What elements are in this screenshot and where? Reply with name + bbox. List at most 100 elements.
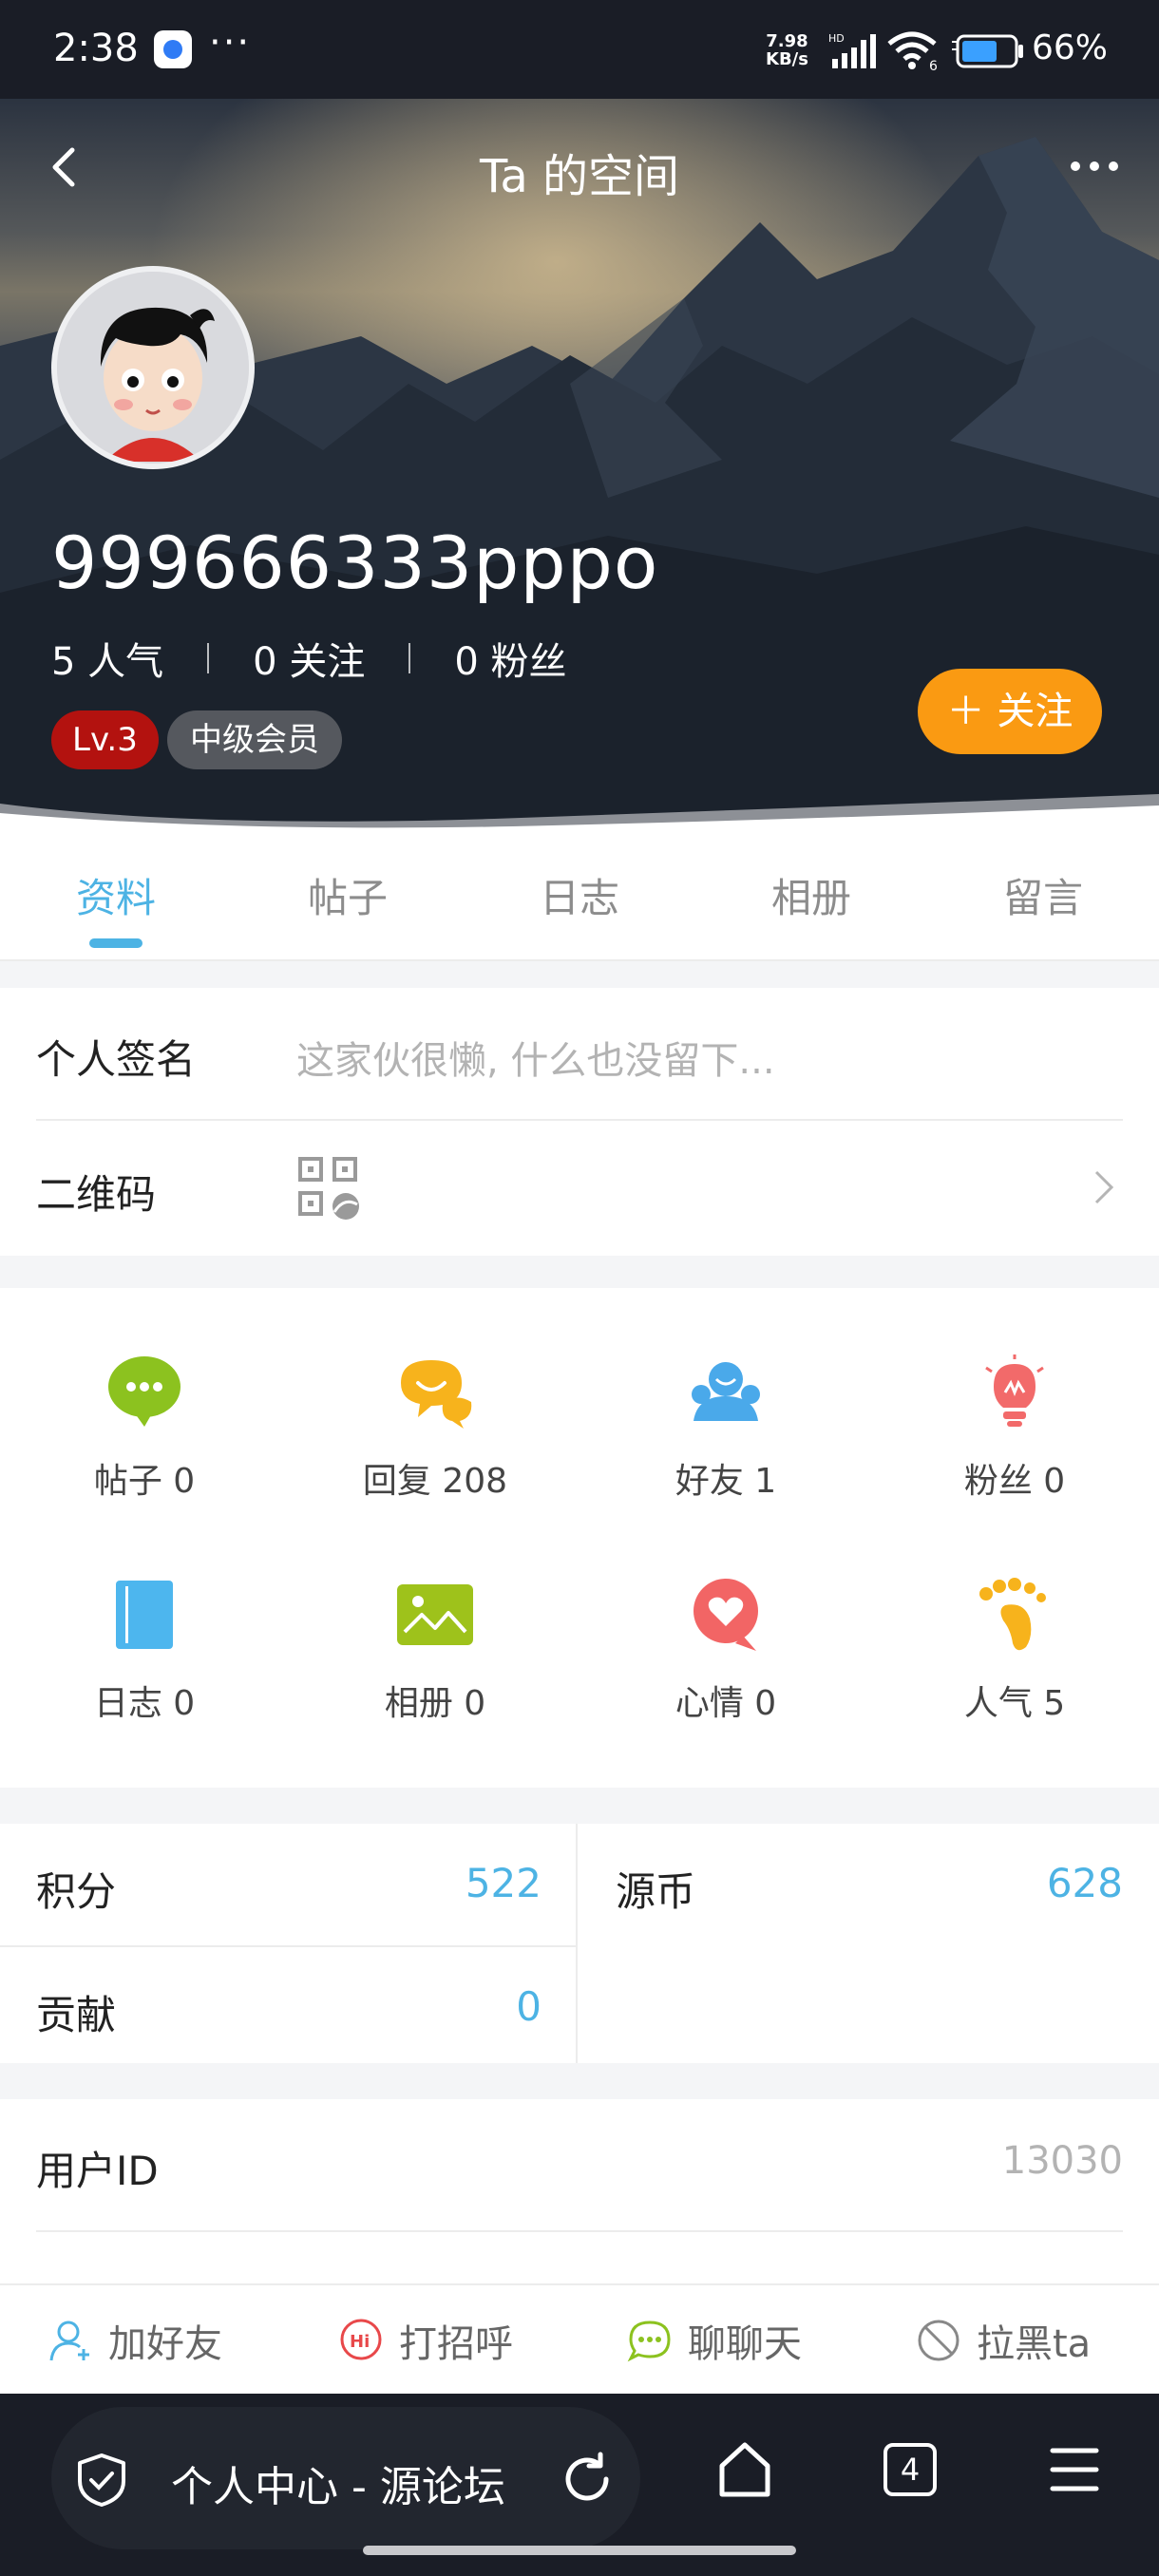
column-divider [576, 1824, 578, 2063]
add-friend-label: 加好友 [108, 2322, 222, 2366]
row-divider [36, 2230, 1123, 2232]
network-speed-unit: KB/s [766, 49, 808, 69]
qrcode-icon[interactable] [296, 1155, 363, 1222]
greet-icon-text: Hi [350, 2332, 370, 2352]
grid-label: 帖子 0 [93, 1462, 196, 1501]
fans-stat[interactable]: 0 粉丝 [454, 631, 566, 686]
grid-friends[interactable]: 好友 1 [631, 1354, 821, 1506]
grid-fans[interactable]: 粉丝 0 [920, 1354, 1110, 1506]
grid-label: 日志 0 [93, 1684, 196, 1723]
row-divider [0, 1945, 576, 1947]
wifi-type: 6 [929, 59, 938, 72]
avatar[interactable] [51, 266, 255, 469]
points-label: 积分 [36, 1868, 117, 1915]
tabs-count-button[interactable]: 4 [884, 2443, 937, 2496]
lightbulb-icon [985, 1354, 1044, 1427]
follow-button[interactable]: ＋ 关注 [918, 669, 1102, 754]
friends-icon [692, 1362, 760, 1421]
member-badge: 中级会员 [167, 710, 342, 769]
battery-percent: 66% [1032, 28, 1109, 67]
hi-icon: Hi [340, 2319, 382, 2360]
grid-albums[interactable]: 相册 0 [340, 1577, 530, 1729]
menu-icon[interactable] [1049, 2445, 1100, 2498]
grid-replies[interactable]: 回复 208 [340, 1354, 530, 1506]
status-bar: 2:38 ··· 7.98 KB/s HD 6 66% [0, 0, 1159, 99]
grid-mood[interactable]: 心情 0 [631, 1577, 821, 1729]
signature-value: 这家伙很懒, 什么也没留下... [296, 1039, 775, 1083]
shield-check-icon [78, 2453, 125, 2507]
notebook-icon [116, 1581, 173, 1649]
profile-action-bar: 加好友 Hi 打招呼 聊聊天 拉黑ta [0, 2283, 1159, 2396]
home-indicator[interactable] [363, 2546, 796, 2555]
network-speed: 7.98 KB/s [766, 32, 808, 68]
user-id-label: 用户ID [36, 2148, 159, 2194]
username: 999666333pppo [51, 521, 659, 605]
grid-popularity[interactable]: 人气 5 [920, 1577, 1110, 1729]
profile-tabs: 资料 帖子 日志 相册 留言 [0, 824, 1159, 961]
chevron-right-icon[interactable] [1092, 1168, 1115, 1210]
footprint-icon [979, 1578, 1046, 1651]
block-label: 拉黑ta [977, 2322, 1092, 2366]
tab-posts[interactable]: 帖子 [253, 866, 443, 924]
wifi-icon: 6 [885, 28, 942, 76]
tab-messages[interactable]: 留言 [948, 866, 1138, 924]
active-tab-indicator [89, 938, 142, 948]
stat-divider [408, 643, 411, 673]
signal-icon: HD [828, 32, 878, 74]
profile-info-card: 个人签名 这家伙很懒, 什么也没留下... 二维码 [0, 988, 1159, 1256]
grid-label: 好友 1 [674, 1462, 777, 1501]
chat-bubble-icon [108, 1356, 180, 1427]
grid-label: 回复 208 [362, 1462, 508, 1501]
url-title: 个人中心 - 源论坛 [171, 2463, 505, 2511]
grid-label: 相册 0 [384, 1684, 486, 1723]
refresh-icon[interactable] [559, 2451, 616, 2508]
more-options-button[interactable] [1066, 152, 1123, 180]
contribution-label: 贡献 [36, 1992, 117, 2038]
activity-grid: 帖子 0 回复 208 好友 1 粉丝 0 日志 0 相册 0 心情 0 人气 … [0, 1288, 1159, 1788]
tab-albums[interactable]: 相册 [716, 866, 906, 924]
grid-posts[interactable]: 帖子 0 [49, 1354, 239, 1506]
more-notifications-indicator: ··· [209, 21, 252, 65]
url-bar[interactable]: 个人中心 - 源论坛 [51, 2407, 640, 2549]
user-id-value: 13030 [1001, 2139, 1123, 2183]
chat-label: 聊聊天 [688, 2322, 802, 2366]
grid-label: 人气 5 [963, 1684, 1066, 1723]
grid-label: 心情 0 [674, 1684, 777, 1723]
network-type: HD [828, 32, 845, 45]
contribution-value: 0 [516, 1983, 542, 2030]
row-divider [36, 1119, 1123, 1121]
profile-header: Ta 的空间 999666333pppo 5 人气 0 关注 0 粉丝 Lv.3… [0, 99, 1159, 840]
network-speed-value: 7.98 [766, 31, 808, 51]
grid-logs[interactable]: 日志 0 [49, 1577, 239, 1729]
points-card: 积分 522 源币 628 贡献 0 [0, 1824, 1159, 2063]
qrcode-label: 二维码 [36, 1171, 157, 1218]
profile-stats: 5 人气 0 关注 0 粉丝 [51, 631, 567, 686]
add-friend-button[interactable]: 加好友 [49, 2314, 222, 2367]
heart-bubble-icon [694, 1579, 758, 1651]
popularity-stat[interactable]: 5 人气 [51, 631, 163, 686]
stat-divider [207, 643, 210, 673]
greet-label: 打招呼 [399, 2322, 513, 2366]
block-icon [918, 2320, 960, 2361]
status-time: 2:38 [53, 27, 139, 70]
header-wave-divider [0, 794, 1159, 840]
level-badge: Lv.3 [51, 710, 159, 769]
user-id-card: 用户ID 13030 [0, 2099, 1159, 2283]
tab-profile[interactable]: 资料 [21, 866, 211, 924]
chat-icon [627, 2320, 671, 2362]
app-notification-icon [154, 30, 192, 68]
page-title: Ta 的空间 [479, 150, 680, 203]
coins-value: 628 [1046, 1860, 1123, 1906]
grid-label: 粉丝 0 [963, 1462, 1066, 1501]
signature-label: 个人签名 [36, 1036, 197, 1083]
block-button[interactable]: 拉黑ta [916, 2314, 1091, 2367]
chat-button[interactable]: 聊聊天 [627, 2314, 802, 2367]
greet-button[interactable]: Hi 打招呼 [338, 2314, 513, 2367]
coins-label: 源币 [616, 1868, 696, 1915]
following-stat[interactable]: 0 关注 [253, 631, 365, 686]
photo-icon [397, 1584, 473, 1645]
add-friend-icon [49, 2320, 89, 2361]
tab-logs[interactable]: 日志 [484, 866, 674, 924]
home-icon[interactable] [714, 2439, 775, 2504]
battery-icon [952, 32, 1026, 74]
